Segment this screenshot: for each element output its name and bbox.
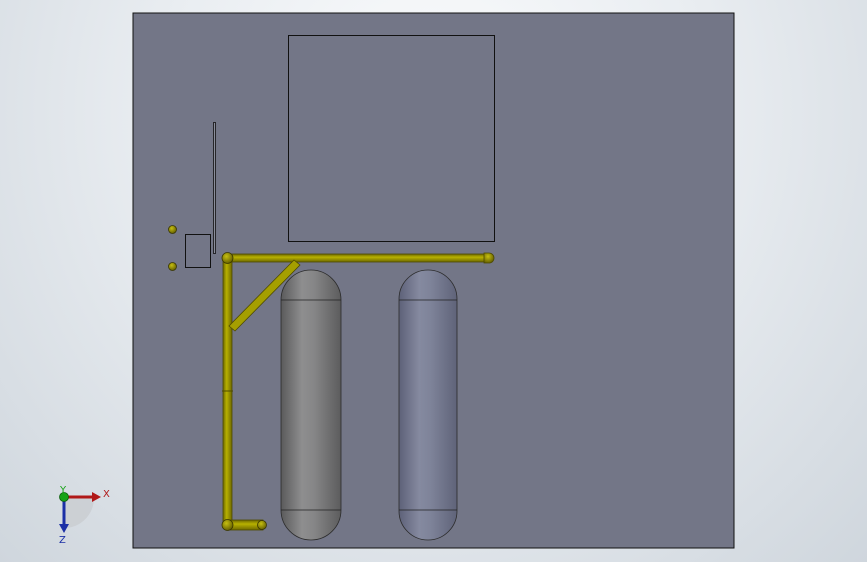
left-rail[interactable] xyxy=(213,122,216,254)
tank-left[interactable] xyxy=(280,269,342,541)
x-axis-arrow xyxy=(92,492,101,502)
fastener-bottom[interactable] xyxy=(168,262,177,271)
pipe-joint-top[interactable] xyxy=(221,252,234,264)
z-axis-label: Z xyxy=(59,535,66,546)
pipe-joint-right-bottom[interactable] xyxy=(257,520,267,530)
pipe-top-end-cap[interactable] xyxy=(483,252,495,264)
x-axis-label: X xyxy=(103,489,110,500)
tank-right[interactable] xyxy=(398,269,458,541)
pipe-joint-bottom[interactable] xyxy=(221,519,234,531)
fastener-top[interactable] xyxy=(168,225,177,234)
reference-triad: X Y Z xyxy=(59,485,110,546)
z-axis-arrow xyxy=(59,524,69,533)
triad-shadow xyxy=(64,498,94,528)
y-axis-label: Y xyxy=(59,485,67,496)
pipe-top[interactable] xyxy=(226,253,490,263)
graphics-viewport[interactable]: X Y Z xyxy=(0,0,867,562)
